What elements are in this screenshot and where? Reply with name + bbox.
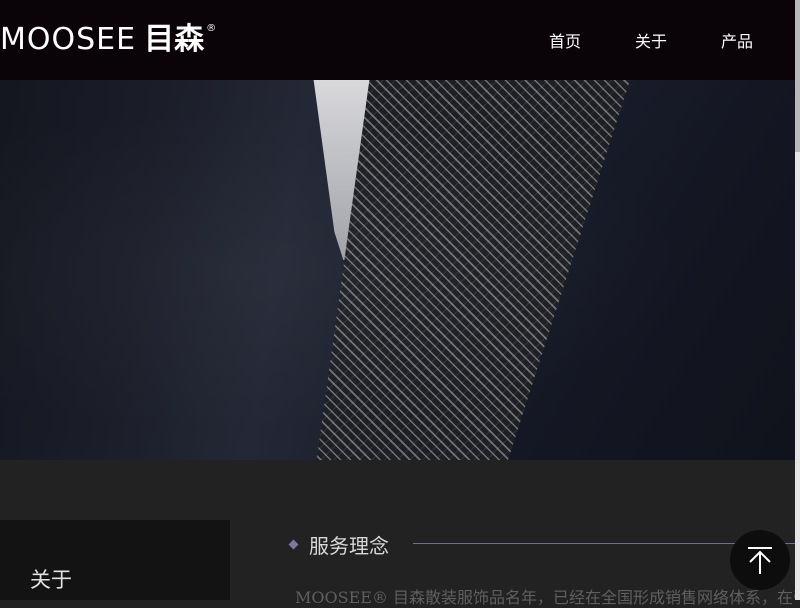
logo[interactable]: MOOSEE 目森 ® [0, 22, 216, 58]
arrow-up-icon [748, 547, 772, 574]
nav-item-about[interactable]: 关于 [635, 28, 667, 52]
section-title: 服务理念 [309, 533, 389, 558]
section-heading: 服务理念 [288, 530, 389, 558]
logo-wordmark: MOOSEE [0, 22, 137, 57]
nav-item-home[interactable]: 首页 [549, 28, 581, 52]
back-to-top-button[interactable] [730, 530, 790, 590]
scrollbar-thumb[interactable] [795, 0, 800, 152]
hero-banner-image [0, 80, 795, 460]
site-header: MOOSEE 目森 ® 首页 关于 产品 [0, 0, 795, 80]
hero-shading [0, 80, 795, 460]
logo-cjk: 目森 [144, 22, 205, 57]
diamond-icon [288, 539, 299, 549]
section-body-text: MOOSEE® 目森散装服饰品名年，已经在全国形成销售网络体系，在帝 [295, 588, 795, 607]
sidebar-title: 关于 [30, 568, 72, 592]
nav-item-products[interactable]: 产品 [721, 28, 753, 52]
page-scrollbar[interactable] [795, 0, 800, 600]
registered-mark: ® [206, 22, 217, 34]
sidebar-panel: 关于 [0, 520, 230, 600]
main-nav: 首页 关于 产品 [495, 0, 753, 80]
